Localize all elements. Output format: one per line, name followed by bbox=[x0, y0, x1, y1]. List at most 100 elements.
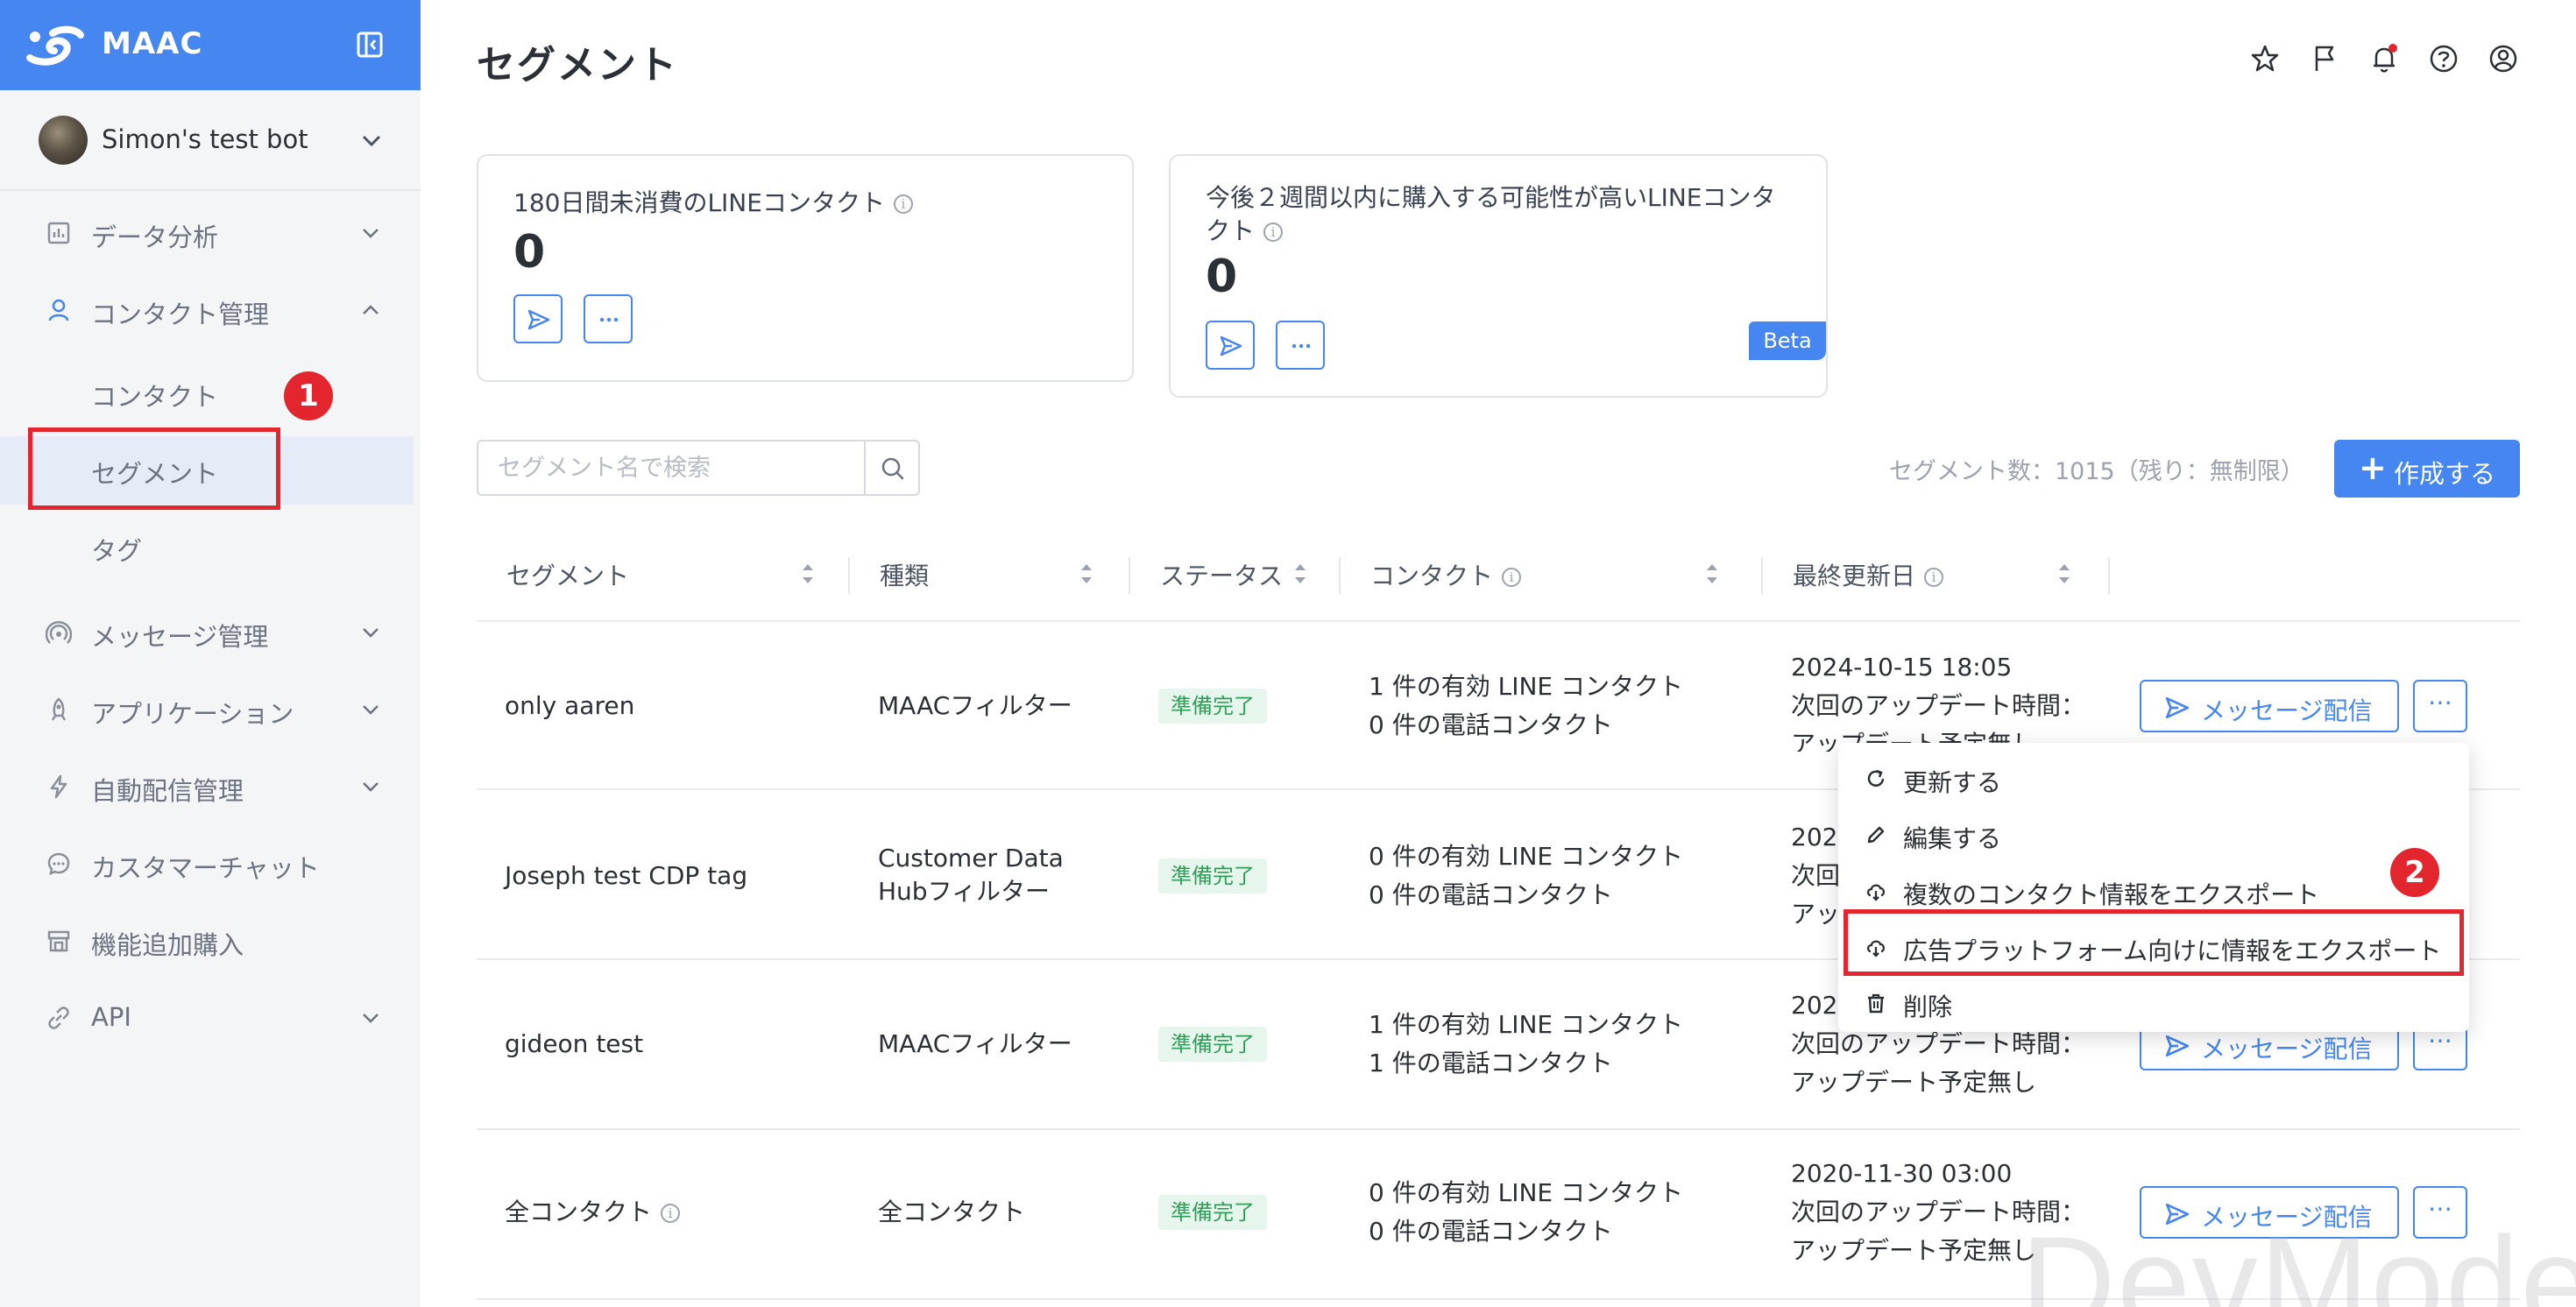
column-header-status[interactable]: ステータス bbox=[1130, 531, 1341, 620]
sidebar-item-api[interactable]: API bbox=[0, 983, 421, 1053]
status-badge: 準備完了 bbox=[1158, 858, 1267, 894]
sidebar-item-contact-management[interactable]: コンタクト管理 bbox=[0, 275, 421, 345]
menu-item-delete[interactable]: 削除 bbox=[1838, 976, 2469, 1030]
avatar bbox=[39, 116, 88, 165]
segment-type: MAACフィルター bbox=[878, 691, 1072, 720]
sidebar-item-addon-purchase[interactable]: 機能追加購入 bbox=[0, 906, 421, 976]
star-icon[interactable] bbox=[2248, 42, 2282, 75]
sidebar-item-label: アプリケーション bbox=[91, 699, 294, 729]
updated-date: 2020-11-30 03:00 bbox=[1791, 1159, 2013, 1188]
plus-icon: + bbox=[2359, 449, 2387, 487]
contacts-line: 0 件の電話コンタクト bbox=[1369, 710, 1613, 739]
send-icon bbox=[2165, 696, 2190, 719]
sidebar-subitem-contacts[interactable]: コンタクト bbox=[0, 359, 414, 427]
sidebar-subitem-label: タグ bbox=[91, 536, 143, 566]
column-header-label: ステータス bbox=[1160, 562, 1284, 590]
status-badge: 準備完了 bbox=[1158, 1195, 1267, 1230]
status-badge: 準備完了 bbox=[1158, 1027, 1267, 1062]
sidebar-subitem-tags[interactable]: タグ bbox=[0, 513, 414, 582]
help-icon[interactable] bbox=[2427, 42, 2460, 75]
card-count: 0 bbox=[1206, 251, 1238, 303]
sidebar-item-label: コンタクト管理 bbox=[91, 300, 270, 329]
cloud-download-icon bbox=[1866, 884, 1886, 901]
contacts-line: 0 件の電話コンタクト bbox=[1369, 1217, 1613, 1246]
next-update-label: 次回のアップデート時間： bbox=[1791, 691, 2086, 720]
contacts-line: 0 件の有効 LINE コンタクト bbox=[1369, 1178, 1684, 1207]
sidebar-item-label: メッセージ管理 bbox=[91, 622, 269, 652]
menu-item-refresh[interactable]: 更新する bbox=[1838, 752, 2469, 806]
create-segment-button[interactable]: + 作成する bbox=[2334, 440, 2520, 498]
segment-name[interactable]: gideon test bbox=[505, 1025, 643, 1063]
column-header-label: セグメント bbox=[506, 562, 630, 590]
segment-type: 全コンタクト bbox=[878, 1197, 1026, 1226]
chevron-down-icon bbox=[363, 782, 379, 792]
info-icon[interactable]: i bbox=[893, 194, 913, 214]
more-options-button[interactable] bbox=[584, 294, 633, 343]
send-message-label: メッセージ配信 bbox=[2201, 1035, 2373, 1063]
chat-icon bbox=[47, 852, 70, 876]
search-input[interactable] bbox=[477, 440, 866, 496]
next-update-label: 次回 bbox=[1791, 861, 1841, 890]
segment-card-inactive-contacts: 180日間未消費のLINEコンタクト i 0 bbox=[477, 154, 1134, 382]
search-button[interactable] bbox=[864, 440, 920, 496]
menu-item-edit[interactable]: 編集する bbox=[1838, 808, 2469, 862]
updated-date: 2024-10-15 18:05 bbox=[1791, 653, 2013, 682]
chevron-down-icon bbox=[363, 628, 379, 638]
sidebar: MAAC Simon's test bot データ分析 コンタクト管理 コンタク… bbox=[0, 0, 421, 1307]
send-icon bbox=[1220, 336, 1242, 357]
more-options-button[interactable]: ⋯ bbox=[2413, 680, 2467, 732]
column-header-text: コンタクト bbox=[1370, 562, 1494, 590]
column-header-label: 種類 bbox=[880, 562, 930, 590]
info-icon[interactable]: i bbox=[661, 1204, 681, 1223]
info-icon[interactable]: i bbox=[1924, 568, 1944, 587]
more-options-button[interactable] bbox=[1276, 321, 1325, 370]
menu-item-label: 複数のコンタクト情報をエクスポート bbox=[1903, 880, 2320, 909]
bar-chart-icon bbox=[47, 222, 70, 244]
chevron-up-icon bbox=[363, 305, 379, 314]
menu-item-label: 編集する bbox=[1903, 824, 2002, 853]
segment-count-text: セグメント数：1015（残り：無制限） bbox=[1889, 458, 2304, 485]
column-header-label: コンタクト i bbox=[1370, 557, 1522, 592]
flag-icon[interactable] bbox=[2308, 42, 2341, 75]
column-header-last-updated[interactable]: 最終更新日 i bbox=[1763, 531, 2113, 620]
send-message-label: メッセージ配信 bbox=[2201, 696, 2373, 725]
annotation-highlight-box bbox=[1844, 909, 2464, 976]
sidebar-item-message-management[interactable]: メッセージ管理 bbox=[0, 597, 421, 668]
row-actions-menu: 更新する 編集する 複数のコンタクト情報をエクスポート 広告プラットフォーム向け… bbox=[1838, 743, 2469, 1032]
create-button-label: 作成する bbox=[2394, 459, 2496, 489]
contacts-line: 1 件の有効 LINE コンタクト bbox=[1369, 1010, 1684, 1039]
sidebar-item-applications[interactable]: アプリケーション bbox=[0, 675, 421, 745]
annotation-marker: 2 bbox=[2390, 848, 2439, 897]
bell-icon[interactable] bbox=[2367, 42, 2401, 75]
divider bbox=[0, 189, 421, 191]
collapse-sidebar-icon[interactable] bbox=[356, 30, 384, 60]
column-header-segment[interactable]: セグメント bbox=[477, 531, 853, 620]
sidebar-item-customer-chat[interactable]: カスタマーチャット bbox=[0, 829, 421, 899]
ellipsis-icon bbox=[599, 317, 619, 322]
segment-name[interactable]: 全コンタクト i bbox=[505, 1193, 681, 1232]
card-label-line1: 今後２週間以内に購入する可能性が高いLINEコンタ bbox=[1206, 183, 1776, 212]
send-message-button[interactable] bbox=[513, 294, 563, 343]
send-message-button[interactable]: メッセージ配信 bbox=[2140, 680, 2399, 732]
sort-icon bbox=[1707, 564, 1717, 583]
segment-name-text: 全コンタクト bbox=[505, 1197, 653, 1226]
sidebar-item-auto-delivery[interactable]: 自動配信管理 bbox=[0, 752, 421, 822]
column-header-contacts[interactable]: コンタクト i bbox=[1341, 531, 1756, 620]
sidebar-item-analytics[interactable]: データ分析 bbox=[0, 198, 421, 268]
annotation-marker: 1 bbox=[284, 371, 333, 420]
info-icon[interactable]: i bbox=[1502, 568, 1522, 587]
segment-name[interactable]: only aaren bbox=[505, 687, 634, 725]
info-icon[interactable]: i bbox=[1263, 223, 1284, 242]
next-update-value: アップデート予定無し bbox=[1791, 1068, 2037, 1097]
account-icon[interactable] bbox=[2487, 42, 2520, 75]
pencil-icon bbox=[1867, 826, 1885, 844]
send-message-button[interactable] bbox=[1206, 321, 1255, 370]
chevron-down-icon bbox=[363, 705, 379, 715]
watermark: DevMode bbox=[2020, 1209, 2576, 1307]
store-icon bbox=[47, 930, 70, 952]
segment-name[interactable]: Joseph test CDP tag bbox=[505, 857, 747, 895]
beta-badge: Beta bbox=[1749, 321, 1826, 360]
link-icon bbox=[48, 1007, 69, 1029]
bot-selector[interactable]: Simon's test bot bbox=[0, 103, 421, 179]
column-header-type[interactable]: 種類 bbox=[850, 531, 1130, 620]
